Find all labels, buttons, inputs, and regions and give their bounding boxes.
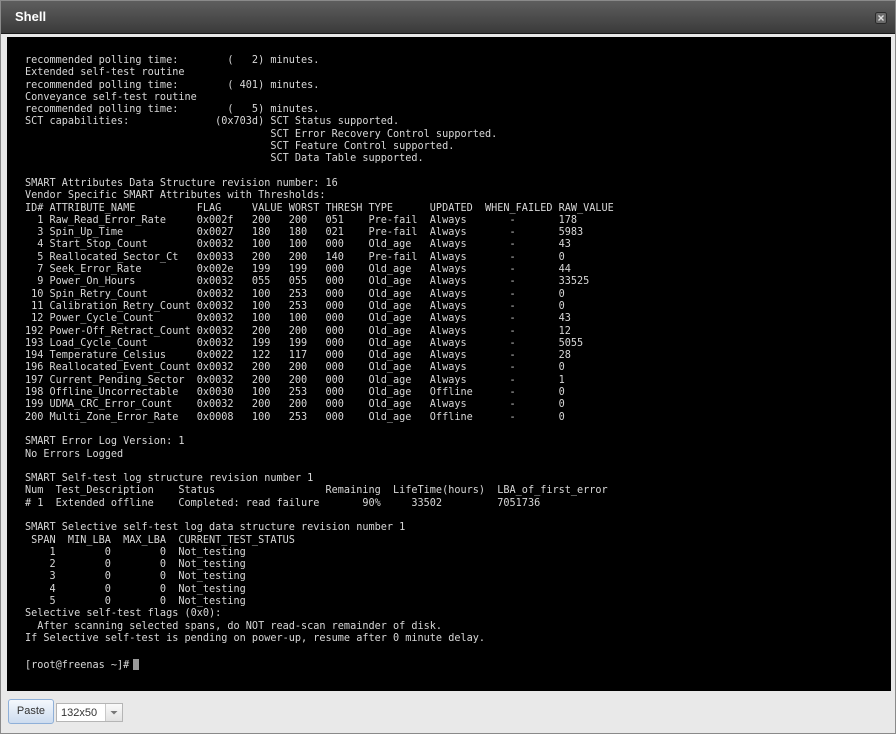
window-title: Shell bbox=[15, 9, 47, 24]
title-bar[interactable]: Shell bbox=[1, 1, 895, 34]
terminal-output: recommended polling time: ( 2) minutes. … bbox=[25, 55, 614, 644]
shell-window: Shell recommended polling time: ( 2) min… bbox=[0, 0, 896, 734]
terminal-screen[interactable]: recommended polling time: ( 2) minutes. … bbox=[7, 37, 891, 691]
close-icon[interactable] bbox=[875, 11, 887, 24]
shell-prompt: [root@freenas ~]# bbox=[25, 660, 130, 671]
terminal-size-value: 132x50 bbox=[61, 707, 98, 719]
terminal-prompt-line[interactable]: [root@freenas ~]# bbox=[25, 659, 140, 672]
paste-button[interactable]: Paste bbox=[8, 699, 54, 724]
text-cursor bbox=[133, 659, 140, 670]
chevron-down-icon[interactable] bbox=[105, 704, 122, 721]
terminal-size-select[interactable]: 132x50 bbox=[56, 703, 123, 722]
